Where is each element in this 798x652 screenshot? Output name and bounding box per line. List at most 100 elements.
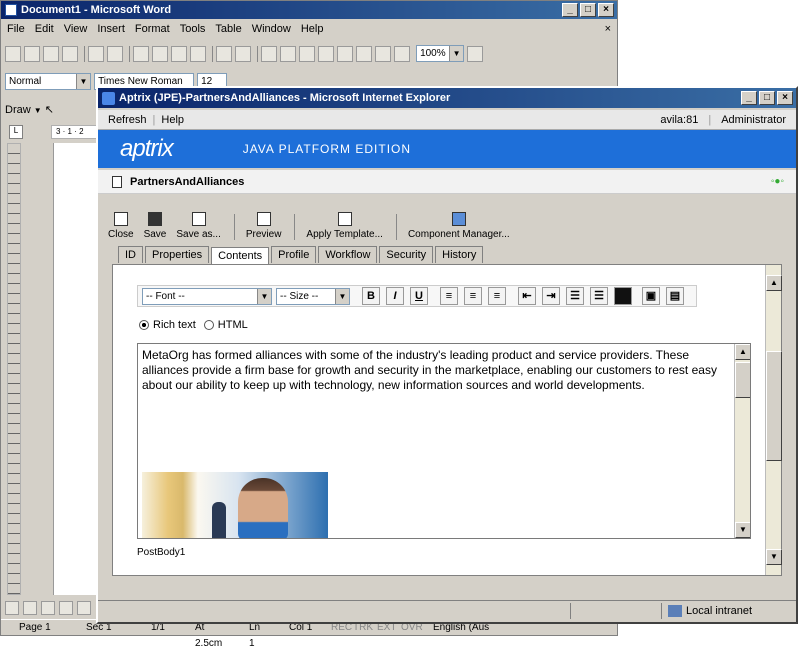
docmap-icon[interactable]	[375, 45, 391, 62]
tab-id[interactable]: ID	[118, 246, 143, 263]
tab-profile[interactable]: Profile	[271, 246, 317, 263]
editor-toolbar: -- Font -- ▼ -- Size -- ▼ B I U ≡ ≡ ≡ ⇤ ⇥ …	[137, 285, 697, 307]
save-icon[interactable]	[43, 45, 59, 62]
text-color-icon[interactable]	[614, 287, 632, 305]
app-menubar: Refresh | Help avila:81 | Administrator	[98, 110, 796, 130]
undo-icon[interactable]	[216, 45, 232, 62]
drawing-icon[interactable]	[356, 45, 372, 62]
preview-action-button[interactable]: Preview	[246, 212, 281, 240]
paste-icon[interactable]	[171, 45, 187, 62]
menu-insert[interactable]: Insert	[97, 23, 125, 37]
intranet-icon	[668, 604, 682, 617]
new-icon[interactable]	[5, 45, 21, 62]
excel-icon[interactable]	[318, 45, 334, 62]
print-view-icon[interactable]	[41, 601, 55, 615]
page-scroll-thumb[interactable]	[766, 351, 782, 461]
apply-template-action-button[interactable]: Apply Template...	[306, 212, 383, 240]
menu-file[interactable]: File	[7, 23, 25, 37]
menu-tools[interactable]: Tools	[180, 23, 206, 37]
format-painter-icon[interactable]	[190, 45, 206, 62]
hyperlink-icon[interactable]	[261, 45, 277, 62]
editor-font-select[interactable]: -- Font -- ▼	[142, 287, 272, 305]
refresh-link[interactable]: Refresh	[108, 114, 147, 126]
word-draw-toolbar: Draw ▼ ↖	[5, 99, 105, 121]
web-view-icon[interactable]	[23, 601, 37, 615]
doc-close-icon[interactable]: ×	[605, 23, 611, 37]
underline-button[interactable]: U	[410, 287, 428, 305]
menu-view[interactable]: View	[64, 23, 88, 37]
ie-statusbar: Local intranet	[98, 600, 796, 620]
tab-properties[interactable]: Properties	[145, 246, 210, 263]
close-button[interactable]: ×	[598, 3, 614, 17]
menu-table[interactable]: Table	[215, 23, 241, 37]
aptrix-logo: aptrix	[120, 135, 174, 162]
action-toolbar: Close Save Save as... Preview Apply Temp…	[108, 204, 788, 240]
cut-icon[interactable]	[133, 45, 149, 62]
copy-icon[interactable]	[152, 45, 168, 62]
tab-contents[interactable]: Contents	[211, 247, 270, 264]
bold-button[interactable]: B	[362, 287, 380, 305]
align-center-icon[interactable]: ≡	[464, 287, 482, 305]
menu-help[interactable]: Help	[301, 23, 324, 37]
editor-size-select[interactable]: -- Size -- ▼	[276, 287, 350, 305]
print-icon[interactable]	[62, 45, 78, 62]
outline-view-icon[interactable]	[59, 601, 73, 615]
maximize-button[interactable]: □	[759, 91, 775, 105]
open-icon[interactable]	[24, 45, 40, 62]
style-select[interactable]: Normal ▼	[5, 73, 91, 90]
help-link[interactable]: Help	[161, 114, 184, 126]
tab-security[interactable]: Security	[379, 246, 434, 263]
menu-window[interactable]: Window	[252, 23, 291, 37]
insert-link-icon[interactable]: ▤	[666, 287, 684, 305]
redo-icon[interactable]	[235, 45, 251, 62]
help-icon[interactable]	[467, 45, 484, 62]
scroll-up-icon[interactable]: ▲	[735, 344, 750, 360]
mode-radio-group: Rich text HTML	[139, 319, 248, 331]
ordered-list-icon[interactable]: ☰	[566, 287, 584, 305]
background-figure	[212, 502, 226, 538]
spelling-icon[interactable]	[107, 45, 123, 62]
scroll-down-icon[interactable]: ▼	[735, 522, 750, 538]
edition-label: JAVA PLATFORM EDITION	[242, 142, 412, 156]
save-as-action-button[interactable]: Save as...	[176, 212, 221, 240]
minimize-button[interactable]: _	[741, 91, 757, 105]
insert-image-icon[interactable]: ▣	[642, 287, 660, 305]
ruler-tab-selector[interactable]: L	[9, 125, 23, 139]
contents-panel: -- Font -- ▼ -- Size -- ▼ B I U ≡ ≡ ≡ ⇤ ⇥ …	[112, 264, 782, 576]
rich-text-radio[interactable]	[139, 320, 149, 330]
scroll-left-icon[interactable]	[77, 601, 91, 615]
page-scrollbar[interactable]: ▲ ▼	[765, 265, 782, 575]
menu-format[interactable]: Format	[135, 23, 170, 37]
tab-history[interactable]: History	[435, 246, 484, 263]
scroll-thumb[interactable]	[735, 362, 750, 398]
close-action-button[interactable]: Close	[108, 212, 134, 240]
rich-text-area[interactable]: MetaOrg has formed alliances with some o…	[137, 343, 751, 539]
tables-icon[interactable]	[280, 45, 296, 62]
outdent-icon[interactable]: ⇤	[518, 287, 536, 305]
zone-label: Local intranet	[686, 604, 753, 617]
show-hide-icon[interactable]	[394, 45, 410, 62]
menu-edit[interactable]: Edit	[35, 23, 54, 37]
print-preview-icon[interactable]	[88, 45, 104, 62]
scroll-up-icon[interactable]: ▲	[766, 275, 782, 291]
component-manager-action-button[interactable]: Component Manager...	[408, 212, 510, 240]
align-right-icon[interactable]: ≡	[488, 287, 506, 305]
html-radio[interactable]	[203, 320, 214, 330]
draw-menu[interactable]: Draw	[5, 104, 31, 116]
italic-button[interactable]: I	[386, 287, 404, 305]
insert-table-icon[interactable]	[299, 45, 315, 62]
tab-workflow[interactable]: Workflow	[318, 246, 378, 263]
close-button[interactable]: ×	[777, 91, 793, 105]
zoom-select[interactable]: 100% ▼	[416, 45, 465, 62]
scroll-down-icon[interactable]: ▼	[766, 549, 782, 565]
save-action-button[interactable]: Save	[144, 212, 166, 240]
select-pointer-icon[interactable]: ↖	[45, 104, 54, 116]
align-left-icon[interactable]: ≡	[440, 287, 458, 305]
editor-scrollbar[interactable]: ▲ ▼	[734, 344, 750, 538]
normal-view-icon[interactable]	[5, 601, 19, 615]
minimize-button[interactable]: _	[562, 3, 578, 17]
maximize-button[interactable]: □	[580, 3, 596, 17]
indent-icon[interactable]: ⇥	[542, 287, 560, 305]
columns-icon[interactable]	[337, 45, 353, 62]
bullet-list-icon[interactable]: ☰	[590, 287, 608, 305]
